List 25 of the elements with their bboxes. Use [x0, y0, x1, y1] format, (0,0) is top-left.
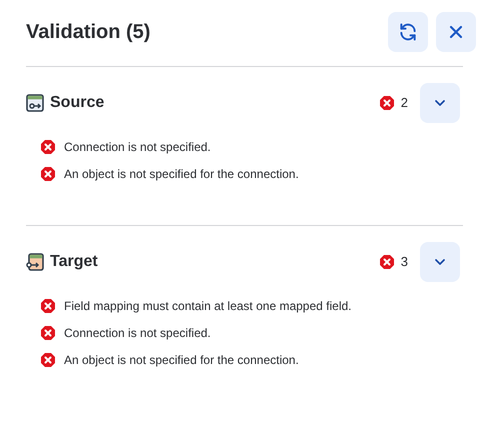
connector-icon — [26, 94, 44, 112]
section-title: Target — [50, 252, 98, 272]
error-icon — [380, 96, 394, 110]
chevron-icon — [434, 258, 446, 266]
error-count: 3 — [400, 253, 408, 272]
error-icon — [41, 167, 55, 181]
error-icon — [380, 255, 394, 269]
refresh-icon — [398, 22, 418, 42]
error-message: Connection is not specified. — [64, 139, 211, 156]
error-message: Field mapping must contain at least one mapped field. — [64, 298, 352, 315]
error-icon — [41, 140, 55, 154]
close-icon — [449, 25, 463, 39]
error-icon — [41, 299, 55, 313]
error-icon — [41, 353, 55, 367]
chevron-icon — [434, 99, 446, 107]
refresh-button[interactable] — [388, 12, 428, 52]
error-message: Connection is not specified. — [64, 325, 211, 342]
error-message: An object is not specified for the connection. — [64, 166, 299, 183]
connector-icon — [26, 253, 44, 271]
section-title: Source — [50, 93, 104, 113]
error-icon — [41, 326, 55, 340]
error-message: An object is not specified for the connection. — [64, 352, 299, 369]
close-button[interactable] — [436, 12, 476, 52]
panel-title: Validation (5) — [26, 20, 150, 45]
error-count: 2 — [400, 94, 408, 112]
